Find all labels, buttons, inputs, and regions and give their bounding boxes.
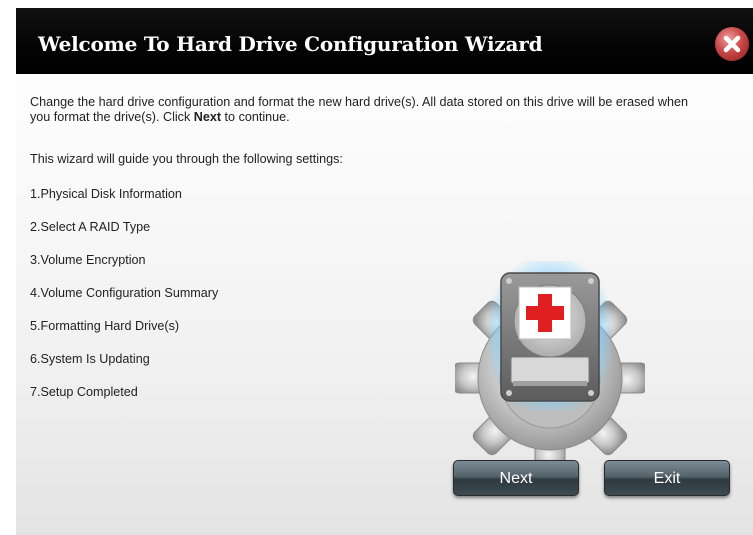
intro-text-bold: Next: [193, 110, 222, 124]
intro-text: Change the hard drive configuration and …: [30, 95, 690, 125]
close-icon: [723, 35, 741, 53]
guide-text: This wizard will guide you through the f…: [30, 152, 343, 166]
close-button[interactable]: [715, 27, 749, 61]
intro-text-part2: to continue.: [221, 110, 290, 124]
steps-list: 1.Physical Disk Information 2.Select A R…: [30, 186, 218, 417]
step-item: 6.System Is Updating: [30, 352, 150, 366]
hard-drive-repair-icon: [452, 253, 648, 478]
wizard-dialog: Welcome To Hard Drive Configuration Wiza…: [16, 8, 753, 535]
step-item: 2.Select A RAID Type: [30, 220, 151, 234]
intro-text-part1: Change the hard drive configuration and …: [30, 95, 689, 124]
dialog-title: Welcome To Hard Drive Configuration Wiza…: [38, 32, 543, 56]
step-item: 3.Volume Encryption: [30, 253, 146, 267]
next-button[interactable]: Next: [453, 460, 579, 496]
wizard-content: Change the hard drive configuration and …: [30, 95, 730, 476]
step-item: 5.Formatting Hard Drive(s): [30, 319, 180, 333]
step-item: 4.Volume Configuration Summary: [30, 286, 219, 300]
exit-button[interactable]: Exit: [604, 460, 730, 496]
title-bar: Welcome To Hard Drive Configuration Wiza…: [16, 8, 753, 74]
step-item: 7.Setup Completed: [30, 385, 138, 399]
step-item: 1.Physical Disk Information: [30, 187, 182, 201]
